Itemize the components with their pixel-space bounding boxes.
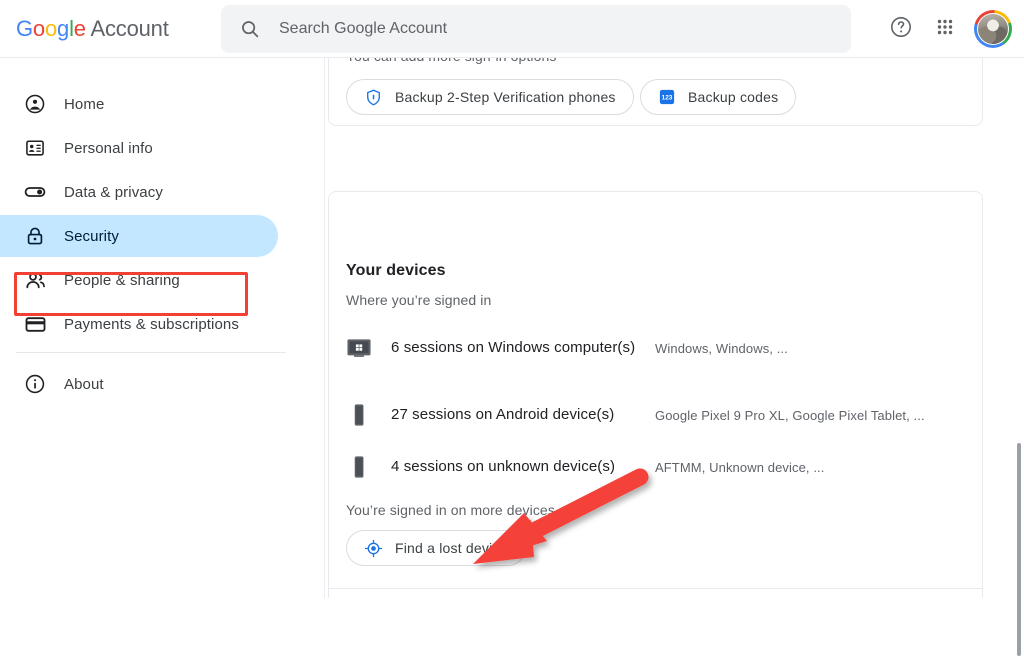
more-devices-text: You’re signed in on more devices — [346, 502, 555, 518]
sidebar-item-home[interactable]: Home — [0, 83, 278, 125]
sidebar-item-security[interactable]: Security — [0, 215, 278, 257]
device-row-android[interactable]: 27 sessions on Android device(s) Google … — [346, 396, 966, 434]
lock-icon — [23, 224, 47, 248]
sidebar-divider — [16, 352, 286, 353]
sidebar-item-about-label: About — [64, 376, 104, 393]
card-separator — [329, 588, 982, 589]
google-apps-button[interactable] — [930, 14, 960, 44]
left-nav-sidebar: Home Personal info Data & privacy — [0, 58, 325, 598]
backup-2sv-phones-button[interactable]: Backup 2-Step Verification phones — [346, 79, 634, 115]
vertical-scrollbar-track[interactable] — [1014, 58, 1024, 598]
vertical-scrollbar-thumb[interactable] — [1017, 443, 1021, 656]
sidebar-item-people-sharing[interactable]: People & sharing — [0, 259, 278, 301]
android-phone-icon — [346, 402, 372, 428]
home-person-icon — [23, 92, 47, 116]
logo-letter-g2: g — [57, 16, 69, 41]
find-a-lost-device-button[interactable]: Find a lost device — [346, 530, 526, 566]
backup-2sv-phones-label: Backup 2-Step Verification phones — [395, 89, 616, 105]
backup-codes-label: Backup codes — [688, 89, 778, 105]
main-content-area: You can add more sign-in options Backup … — [325, 58, 1024, 598]
your-devices-subtitle: Where you’re signed in — [346, 292, 491, 308]
info-circle-icon — [23, 372, 47, 396]
find-a-lost-device-label: Find a lost device — [395, 540, 508, 556]
search-input[interactable] — [279, 6, 851, 52]
google-account-logo[interactable]: Google Account — [16, 14, 169, 44]
svg-text:123: 123 — [662, 95, 673, 102]
avatar-photo — [978, 14, 1008, 44]
sidebar-item-personal-info-label: Personal info — [64, 140, 153, 157]
sidebar-item-home-label: Home — [64, 96, 104, 113]
logo-letter-o2: o — [45, 16, 57, 41]
signin-options-description: You can add more sign-in options — [346, 58, 557, 64]
search-bar[interactable] — [221, 5, 851, 53]
backup-codes-123-icon: 123 — [658, 88, 676, 106]
help-circle-icon — [889, 15, 913, 44]
unknown-phone-icon — [346, 454, 372, 480]
search-icon — [239, 18, 261, 40]
sidebar-item-payments-subscriptions-label: Payments & subscriptions — [64, 316, 239, 333]
your-devices-title: Your devices — [346, 262, 446, 280]
sidebar-item-about[interactable]: About — [0, 363, 278, 405]
top-header-bar: Google Account — [0, 0, 1024, 58]
people-icon — [23, 268, 47, 292]
avatar-ring-inner — [977, 13, 1009, 45]
toggle-switch-icon — [23, 180, 47, 204]
device-row-unknown-title: 4 sessions on unknown device(s) — [391, 456, 651, 478]
sidebar-item-payments-subscriptions[interactable]: Payments & subscriptions — [0, 303, 278, 345]
logo-word-account: Account — [86, 16, 169, 41]
device-row-windows[interactable]: 6 sessions on Windows computer(s) Window… — [346, 322, 966, 374]
device-row-unknown[interactable]: 4 sessions on unknown device(s) AFTMM, U… — [346, 448, 966, 486]
signin-options-card: You can add more sign-in options Backup … — [328, 58, 983, 126]
device-row-windows-title: 6 sessions on Windows computer(s) — [391, 337, 651, 359]
device-row-android-title: 27 sessions on Android device(s) — [391, 404, 651, 426]
sidebar-item-data-privacy-label: Data & privacy — [64, 184, 163, 201]
device-row-android-meta: Google Pixel 9 Pro XL, Google Pixel Tabl… — [655, 408, 966, 423]
shield-key-icon — [364, 88, 383, 107]
windows-monitor-icon — [346, 337, 372, 359]
backup-codes-button[interactable]: 123 Backup codes — [640, 79, 796, 115]
help-button[interactable] — [886, 14, 916, 44]
avatar[interactable] — [974, 10, 1012, 48]
sidebar-item-people-sharing-label: People & sharing — [64, 272, 180, 289]
sidebar-item-personal-info[interactable]: Personal info — [0, 127, 278, 169]
find-device-target-icon — [364, 539, 383, 558]
logo-letter-g1: G — [16, 16, 33, 41]
your-devices-card: Your devices Where you’re signed in — [328, 191, 983, 598]
sidebar-item-security-label: Security — [64, 228, 119, 245]
credit-card-icon — [23, 312, 47, 336]
sidebar-item-data-privacy[interactable]: Data & privacy — [0, 171, 278, 213]
id-card-icon — [23, 136, 47, 160]
logo-letter-o1: o — [33, 16, 45, 41]
logo-letter-e: e — [74, 16, 86, 41]
device-row-unknown-meta: AFTMM, Unknown device, ... — [655, 460, 966, 475]
device-row-windows-meta: Windows, Windows, ... — [655, 341, 966, 356]
apps-grid-icon — [934, 16, 956, 43]
